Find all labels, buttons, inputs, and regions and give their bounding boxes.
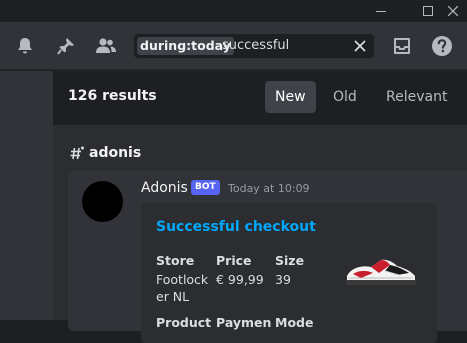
pin-icon — [57, 38, 74, 55]
result-channel-header[interactable]: adonis — [69, 143, 141, 163]
maximize-icon — [423, 6, 433, 16]
embed-title[interactable]: Successful checkout — [156, 219, 316, 235]
embed-field-value: 39 — [275, 272, 291, 287]
message-embed: Successful checkout Store Footlock er NL … — [141, 203, 437, 343]
message-timestamp: Today at 10:09 — [228, 182, 310, 195]
pinned-messages-button[interactable] — [54, 34, 78, 58]
embed-field-name: Price — [216, 253, 252, 268]
clear-search-button[interactable] — [352, 38, 368, 54]
minimize-button[interactable] — [369, 0, 393, 22]
close-icon — [354, 40, 366, 52]
embed-field-value: Footlock er NL — [156, 271, 208, 305]
channel-pane — [0, 71, 53, 320]
notification-button[interactable] — [13, 34, 37, 58]
help-icon — [432, 36, 452, 56]
embed-field-name: Store — [156, 253, 195, 268]
title-bar — [0, 0, 467, 22]
embed-field-name: Mode — [275, 315, 314, 330]
search-results-panel: 126 results New Old Relevant adonis Adon… — [53, 71, 467, 343]
sort-new-tab[interactable]: New — [265, 81, 316, 113]
search-filter-chip[interactable]: during:today — [137, 37, 234, 55]
close-icon — [448, 6, 458, 16]
embed-field-value-line: er NL — [156, 289, 190, 304]
inbox-icon — [394, 38, 410, 54]
avatar[interactable] — [82, 181, 123, 222]
maximize-button[interactable] — [416, 0, 440, 22]
channel-name: adonis — [89, 145, 142, 161]
member-list-button[interactable] — [94, 34, 118, 58]
search-query[interactable]: successful — [222, 37, 289, 55]
search-box[interactable]: during:today successful — [134, 34, 374, 58]
results-count: 126 results — [68, 88, 157, 104]
text-channel-thread-icon — [70, 146, 84, 160]
embed-field-name: Paymen — [216, 315, 272, 330]
bot-badge: BOT — [191, 180, 220, 195]
search-result-message[interactable]: Adonis BOT Today at 10:09 Successful che… — [68, 171, 467, 343]
bell-icon — [18, 38, 32, 54]
embed-field-name: Size — [275, 253, 305, 268]
sneaker-thumbnail-image[interactable] — [341, 251, 421, 293]
close-window-button[interactable] — [441, 0, 465, 22]
embed-field-name: Product — [156, 315, 212, 330]
search-filter-key: during: — [140, 38, 192, 53]
results-header: 126 results New Old Relevant — [53, 71, 467, 125]
message-author[interactable]: Adonis — [141, 180, 188, 196]
embed-field-value-line: Footlock — [156, 272, 209, 287]
help-button[interactable] — [430, 34, 454, 58]
sort-old-tab[interactable]: Old — [323, 81, 367, 113]
minimize-icon — [376, 11, 386, 12]
inbox-button[interactable] — [390, 34, 414, 58]
members-icon — [96, 38, 116, 53]
embed-field-value: € 99,99 — [216, 272, 264, 287]
sort-relevant-tab[interactable]: Relevant — [376, 81, 457, 113]
channel-toolbar: during:today successful — [0, 22, 467, 70]
